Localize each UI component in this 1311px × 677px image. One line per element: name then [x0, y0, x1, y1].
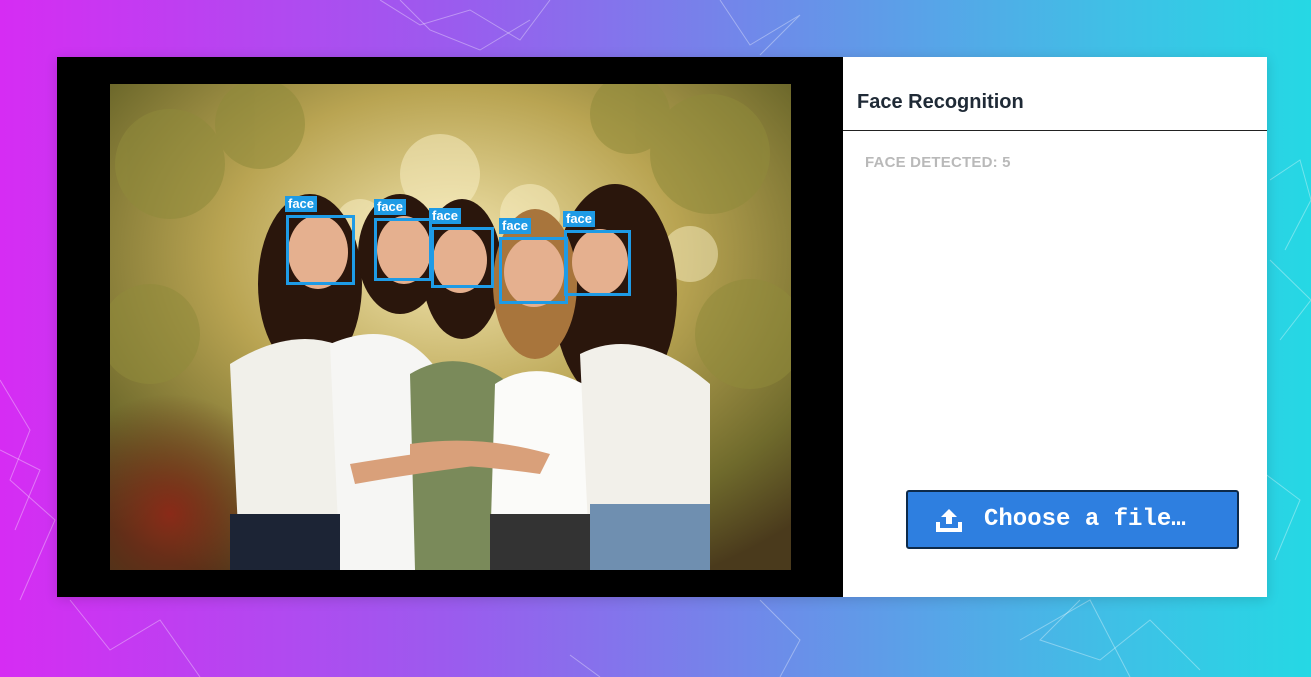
face-recognition-card: face face face face face Face Recognitio… — [57, 57, 1267, 597]
face-detection-box — [431, 227, 494, 288]
face-label: face — [285, 196, 318, 212]
image-viewer: face face face face face — [57, 57, 843, 597]
face-count-text: FACE DETECTED: 5 — [865, 154, 1011, 171]
face-detection-box — [286, 215, 355, 285]
face-label: face — [563, 211, 596, 227]
face-detection-box — [374, 218, 432, 281]
face-label: face — [429, 208, 462, 224]
face-detection-box — [564, 230, 631, 296]
side-panel: Face Recognition FACE DETECTED: 5 Choose… — [843, 57, 1267, 597]
upload-icon — [936, 508, 962, 532]
panel-title: Face Recognition — [843, 57, 1267, 131]
group-photo — [110, 84, 791, 570]
photo-illustration — [110, 84, 791, 570]
face-label: face — [374, 199, 407, 215]
choose-file-button[interactable]: Choose a file… — [906, 490, 1239, 549]
choose-file-label: Choose a file… — [984, 506, 1186, 533]
face-label: face — [499, 218, 532, 234]
face-detection-box — [499, 237, 568, 304]
